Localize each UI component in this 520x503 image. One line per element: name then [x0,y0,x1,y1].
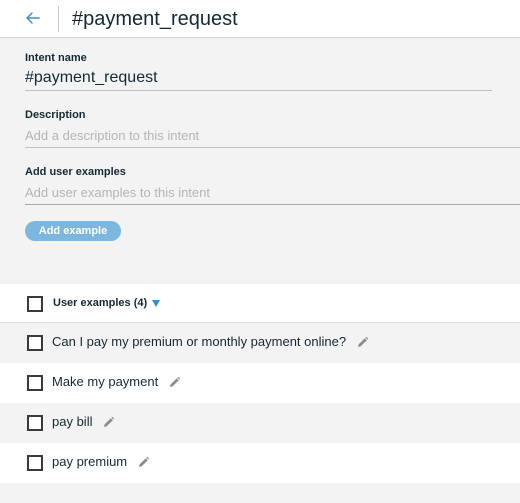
page-title: #payment_request [72,8,238,30]
page-header: #payment_request [0,0,520,38]
pencil-icon[interactable] [102,416,115,429]
pencil-icon[interactable] [356,336,369,349]
example-checkbox[interactable] [27,455,43,471]
description-label: Description [25,109,86,121]
example-checkbox[interactable] [27,335,43,351]
arrow-left-icon [26,12,40,24]
example-checkbox[interactable] [27,415,43,431]
example-text[interactable]: Can I pay my premium or monthly payment … [52,334,346,349]
example-text[interactable]: pay premium [52,454,127,469]
list-item: Make my payment [0,363,520,403]
pencil-icon[interactable] [137,456,150,469]
examples-count-label: User examples (4) [53,297,148,309]
header-divider [58,6,59,32]
user-example-input[interactable] [25,181,520,205]
example-text[interactable]: Make my payment [52,374,158,389]
user-examples-label: Add user examples [25,166,126,178]
intent-name-label: Intent name [25,52,87,64]
list-item: pay premium [0,443,520,483]
example-text[interactable]: pay bill [52,414,92,429]
pencil-icon[interactable] [168,376,181,389]
intent-name-input[interactable] [25,66,492,91]
list-item: pay bill [0,403,520,443]
add-example-button[interactable]: Add example [25,221,121,241]
list-item: Can I pay my premium or monthly payment … [0,323,520,363]
description-input[interactable] [25,124,520,148]
examples-list-header: User examples (4) [0,284,520,324]
back-button[interactable] [22,6,44,30]
caret-down-icon[interactable] [152,300,160,307]
example-checkbox[interactable] [27,375,43,391]
select-all-checkbox[interactable] [27,296,43,312]
